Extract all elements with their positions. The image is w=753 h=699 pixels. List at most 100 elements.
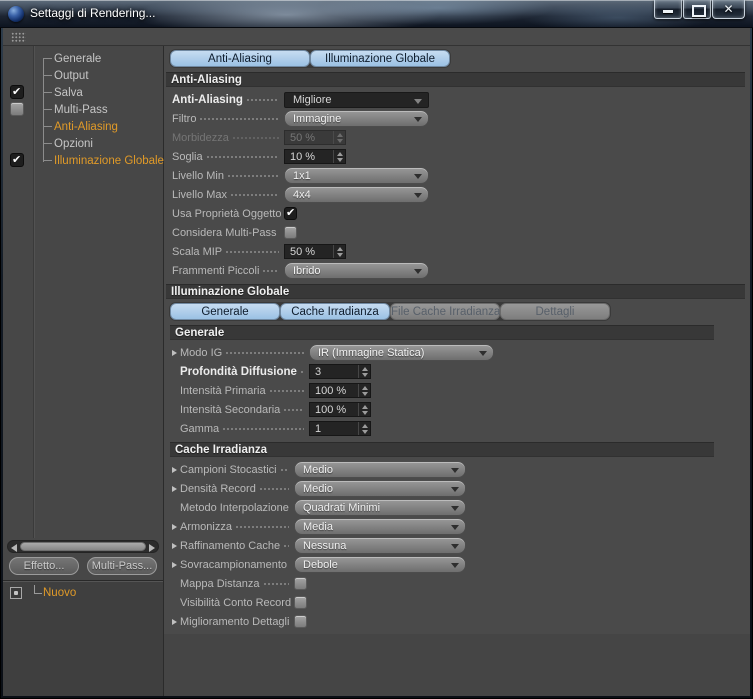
morbidezza-input: 50 % [284,130,346,145]
considera-multipass-checkbox[interactable] [284,226,297,239]
sidebar-item-anti-aliasing[interactable]: Anti-Aliasing [3,118,163,135]
spinner-icon[interactable] [358,365,370,378]
spinner-icon[interactable] [333,245,345,258]
expand-arrow-icon[interactable] [172,348,180,358]
sidebar-item-label[interactable]: Output [54,70,89,82]
field-metodo-interpolazione: Metodo Interpolazione Quadrati Minimi [164,498,750,517]
sidebar-item-generale[interactable]: Generale [3,50,163,67]
field-livello-max: Livello Max 4x4 [164,185,750,204]
multipass-button[interactable]: Multi-Pass... [87,557,157,575]
expand-arrow-icon[interactable] [172,541,180,551]
settings-content: Anti-Aliasing Illuminazione Globale Anti… [163,46,750,696]
tab-anti-aliasing[interactable]: Anti-Aliasing [170,50,310,67]
field-gamma: Gamma 1 [164,419,750,438]
field-armonizza: Armonizza Media [164,517,750,536]
intensita-primaria-input[interactable]: 100 % [309,383,371,398]
field-label: Profondità Diffusione [180,365,297,378]
spinner-icon[interactable] [358,403,370,416]
tab-gi-file-cache-irradianza[interactable]: File Cache Irradianza [390,303,500,320]
field-densita-record: Densità Record Medio [164,479,750,498]
field-anti-aliasing: Anti-Aliasing Migliore [164,90,750,109]
tree-connector [34,585,42,594]
sidebar-item-label[interactable]: Anti-Aliasing [54,121,118,133]
sidebar-item-label[interactable]: Generale [54,53,101,65]
field-label: Anti-Aliasing [172,93,243,106]
top-tab-group: Anti-Aliasing Illuminazione Globale [169,49,451,68]
visibilita-conto-record-checkbox[interactable] [294,596,307,609]
frammenti-piccoli-dropdown[interactable]: Ibrido [284,262,429,279]
armonizza-dropdown[interactable]: Media [294,518,466,535]
salva-enabled-checkbox[interactable] [10,85,24,99]
field-label: Metodo Interpolazione [180,501,289,514]
field-label: Armonizza [180,520,232,533]
usa-proprieta-oggetto-checkbox[interactable] [284,206,297,220]
preset-label[interactable]: Nuovo [43,587,76,599]
campioni-stocastici-dropdown[interactable]: Medio [294,461,466,478]
scroll-left-icon[interactable] [11,544,17,552]
expand-arrow-icon[interactable] [172,522,180,532]
sovracampionamento-dropdown[interactable]: Debole [294,556,466,573]
field-modo-ig: Modo IG IR (Immagine Statica) [164,343,750,362]
tab-gi-dettagli[interactable]: Dettagli [500,303,610,320]
field-frammenti-piccoli: Frammenti Piccoli Ibrido [164,261,750,280]
sidebar-item-multi-pass[interactable]: Multi-Pass [3,101,163,118]
tab-gi-cache-irradianza[interactable]: Cache Irradianza [280,303,390,320]
field-miglioramento-dettagli: Miglioramento Dettagli [164,612,750,631]
gamma-input[interactable]: 1 [309,421,371,436]
field-campioni-stocastici: Campioni Stocastici Medio [164,460,750,479]
field-intensita-secondaria: Intensità Secondaria 100 % [164,400,750,419]
field-label: Soglia [172,150,203,163]
sidebar-item-label[interactable]: Salva [54,87,83,99]
grip-handle-icon[interactable] [11,32,26,43]
close-button[interactable] [712,0,745,19]
mappa-distanza-checkbox[interactable] [294,577,307,590]
expand-arrow-icon[interactable] [172,465,180,475]
titlebar[interactable]: Settaggi di Rendering... [0,0,753,28]
sidebar-item-salva[interactable]: Salva [3,84,163,101]
sidebar-item-label[interactable]: Opzioni [54,138,93,150]
anti-aliasing-dropdown[interactable]: Migliore [284,91,429,108]
effect-button[interactable]: Effetto... [9,557,79,575]
scala-mip-input[interactable]: 50 % [284,244,346,259]
sidebar-item-label[interactable]: Illuminazione Globale [54,155,164,167]
soglia-input[interactable]: 10 % [284,149,346,164]
raffinamento-cache-dropdown[interactable]: Nessuna [294,537,466,554]
minimize-button[interactable] [654,0,682,19]
expand-arrow-icon[interactable] [172,617,180,627]
tab-gi-generale[interactable]: Generale [170,303,280,320]
densita-record-dropdown[interactable]: Medio [294,480,466,497]
spinner-icon[interactable] [358,384,370,397]
metodo-interpolazione-dropdown[interactable]: Quadrati Minimi [294,499,466,516]
sidebar-horizontal-scrollbar[interactable] [7,540,159,553]
livello-max-dropdown[interactable]: 4x4 [284,186,429,203]
spinner-icon[interactable] [333,150,345,163]
profondita-diffusione-input[interactable]: 3 [309,364,371,379]
modo-ig-dropdown[interactable]: IR (Immagine Statica) [309,344,494,361]
field-label: Campioni Stocastici [180,463,277,476]
spinner-icon[interactable] [358,422,370,435]
preset-item-nuovo[interactable]: Nuovo [3,581,163,601]
scroll-right-icon[interactable] [149,544,155,552]
expand-arrow-icon[interactable] [172,560,180,570]
subsection-header-generale: Generale [170,325,714,340]
miglioramento-dettagli-checkbox[interactable] [294,615,307,628]
sidebar-item-opzioni[interactable]: Opzioni [3,135,163,152]
filtro-dropdown[interactable]: Immagine [284,110,429,127]
chevron-down-icon [414,269,422,274]
sidebar-item-output[interactable]: Output [3,67,163,84]
multipass-enabled-checkbox[interactable] [10,102,24,116]
chevron-down-icon [414,117,422,122]
scrollbar-thumb[interactable] [20,542,146,551]
intensita-secondaria-input[interactable]: 100 % [309,402,371,417]
field-label: Intensità Primaria [180,384,266,397]
sidebar-item-label[interactable]: Multi-Pass [54,104,108,116]
gi-enabled-checkbox[interactable] [10,153,24,167]
maximize-button[interactable] [683,0,711,19]
spinner-icon [333,131,345,144]
livello-min-dropdown[interactable]: 1x1 [284,167,429,184]
tab-illuminazione-globale[interactable]: Illuminazione Globale [310,50,450,67]
top-toolbar [3,28,750,46]
chevron-down-icon [451,468,459,473]
sidebar-item-illuminazione-globale[interactable]: Illuminazione Globale [3,152,164,169]
expand-arrow-icon[interactable] [172,484,180,494]
